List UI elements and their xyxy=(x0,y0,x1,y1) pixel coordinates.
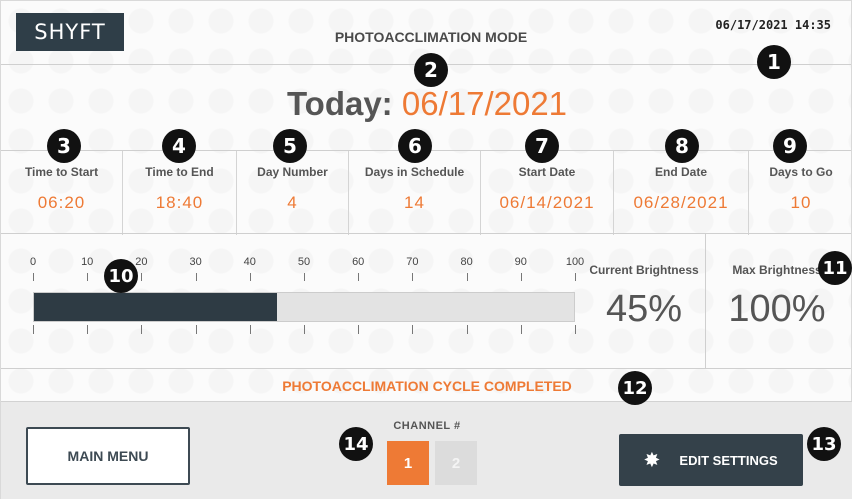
scale-tick-mark xyxy=(141,325,143,334)
info-value: 06/28/2021 xyxy=(633,193,729,212)
main-menu-button[interactable]: MAIN MENU xyxy=(26,427,190,485)
max-brightness-value: 100% xyxy=(728,288,826,330)
brightness-bar-fill xyxy=(34,293,277,321)
info-start-date: Start Date 06/14/2021 xyxy=(481,151,614,235)
scale-tick-label: 70 xyxy=(406,256,419,268)
info-label: Start Date xyxy=(518,165,576,179)
scale-tick-mark xyxy=(249,273,251,281)
scale-tick-mark xyxy=(141,273,143,281)
info-label: Time to Start xyxy=(24,165,99,179)
today-label: Today: xyxy=(286,85,393,122)
current-brightness: Current Brightness 45% xyxy=(589,263,699,331)
current-brightness-value: 45% xyxy=(605,288,683,330)
info-label: Day Number xyxy=(257,165,328,179)
scale-tick-mark xyxy=(33,273,34,281)
info-value: 14 xyxy=(404,193,425,212)
info-end-date: End Date 06/28/2021 xyxy=(614,151,749,235)
brightness-bar-track xyxy=(33,292,575,322)
scale-tick-mark xyxy=(249,325,251,334)
info-value: 4 xyxy=(287,193,298,212)
callout-badge: 12 xyxy=(618,371,652,405)
info-time-to-end: Time to End 18:40 xyxy=(123,151,237,235)
info-label: Days to Go xyxy=(769,165,833,179)
scale-tick-label: 80 xyxy=(460,256,473,268)
divider xyxy=(705,233,706,368)
info-label: End Date xyxy=(654,165,707,179)
callout-badge: 2 xyxy=(414,53,448,87)
callout-badge: 11 xyxy=(818,251,852,285)
datetime-readout: 06/17/2021 14:35 xyxy=(715,18,831,32)
scale-tick-mark xyxy=(466,273,468,281)
callout-badge: 5 xyxy=(273,129,307,163)
callout-badge: 8 xyxy=(665,129,699,163)
callout-badge: 6 xyxy=(398,129,432,163)
callout-badge: 4 xyxy=(162,129,196,163)
schedule-info-row: Time to Start 06:20 Time to End 18:40 Da… xyxy=(1,151,852,235)
info-value: 10 xyxy=(790,193,812,212)
info-value: 06:20 xyxy=(37,193,86,212)
scale-tick-mark xyxy=(87,325,89,334)
scale-tick-label: 40 xyxy=(243,256,256,268)
today-heading: Today: 06/17/2021 xyxy=(1,85,852,123)
callout-badge: 7 xyxy=(525,129,559,163)
scale-tick-mark xyxy=(520,325,522,334)
callout-badge: 1 xyxy=(757,45,791,79)
scale-tick-label: 10 xyxy=(81,256,94,268)
shyft-logo: SHYFT xyxy=(16,13,124,51)
scale-tick-mark xyxy=(358,325,360,334)
scale-tick-label: 90 xyxy=(514,256,527,268)
info-label: Time to End xyxy=(145,165,214,179)
info-value: 18:40 xyxy=(155,193,204,212)
callout-badge: 13 xyxy=(807,427,841,461)
cycle-status: PHOTOACCLIMATION CYCLE COMPLETED xyxy=(282,378,572,394)
gear-icon: ✸ xyxy=(644,449,660,470)
scale-tick-mark xyxy=(304,273,305,281)
scale-tick-label: 100 xyxy=(565,256,585,268)
current-brightness-label: Current Brightness xyxy=(589,263,699,277)
info-time-to-start: Time to Start 06:20 xyxy=(1,151,123,235)
callout-badge: 10 xyxy=(104,259,138,293)
channel-1-button[interactable]: 1 xyxy=(387,441,429,485)
info-label: Days in Schedule xyxy=(364,165,465,179)
callout-badge: 3 xyxy=(47,129,81,163)
edit-settings-label: EDIT SETTINGS xyxy=(679,452,778,468)
channel-2-button[interactable]: 2 xyxy=(435,441,477,485)
scale-tick-mark xyxy=(412,273,414,281)
info-days-in-schedule: Days in Schedule 14 xyxy=(349,151,481,235)
scale-tick-mark xyxy=(358,273,360,281)
scale-tick-label: 30 xyxy=(189,256,202,268)
info-value: 06/14/2021 xyxy=(499,193,595,212)
info-days-to-go: Days to Go 10 xyxy=(749,151,852,235)
divider xyxy=(1,233,851,234)
today-date: 06/17/2021 xyxy=(401,85,568,122)
callout-badge: 9 xyxy=(773,129,807,163)
scale-tick-mark xyxy=(575,325,576,334)
scale-tick-mark xyxy=(87,273,89,281)
scale-tick-mark xyxy=(575,273,576,281)
callout-badge: 14 xyxy=(339,427,373,461)
scale-tick-mark xyxy=(412,325,414,334)
divider xyxy=(1,368,851,369)
scale-tick-mark xyxy=(304,325,305,334)
scale-tick-mark xyxy=(520,273,522,281)
scale-tick-label: 0 xyxy=(29,256,37,268)
photoacclimation-screen: SHYFT PHOTOACCLIMATION MODE 06/17/2021 1… xyxy=(0,0,852,499)
scale-tick-label: 20 xyxy=(135,256,148,268)
scale-tick-label: 50 xyxy=(297,256,311,268)
channel-label: CHANNEL # xyxy=(393,420,461,432)
edit-settings-button[interactable]: ✸ EDIT SETTINGS xyxy=(619,434,803,486)
scale-tick-mark xyxy=(466,325,468,334)
scale-tick-mark xyxy=(33,325,34,334)
scale-tick-label: 60 xyxy=(352,256,365,268)
info-day-number: Day Number 4 xyxy=(237,151,349,235)
mode-title: PHOTOACCLIMATION MODE xyxy=(334,29,528,45)
scale-tick-mark xyxy=(195,273,197,281)
scale-tick-mark xyxy=(195,325,197,334)
